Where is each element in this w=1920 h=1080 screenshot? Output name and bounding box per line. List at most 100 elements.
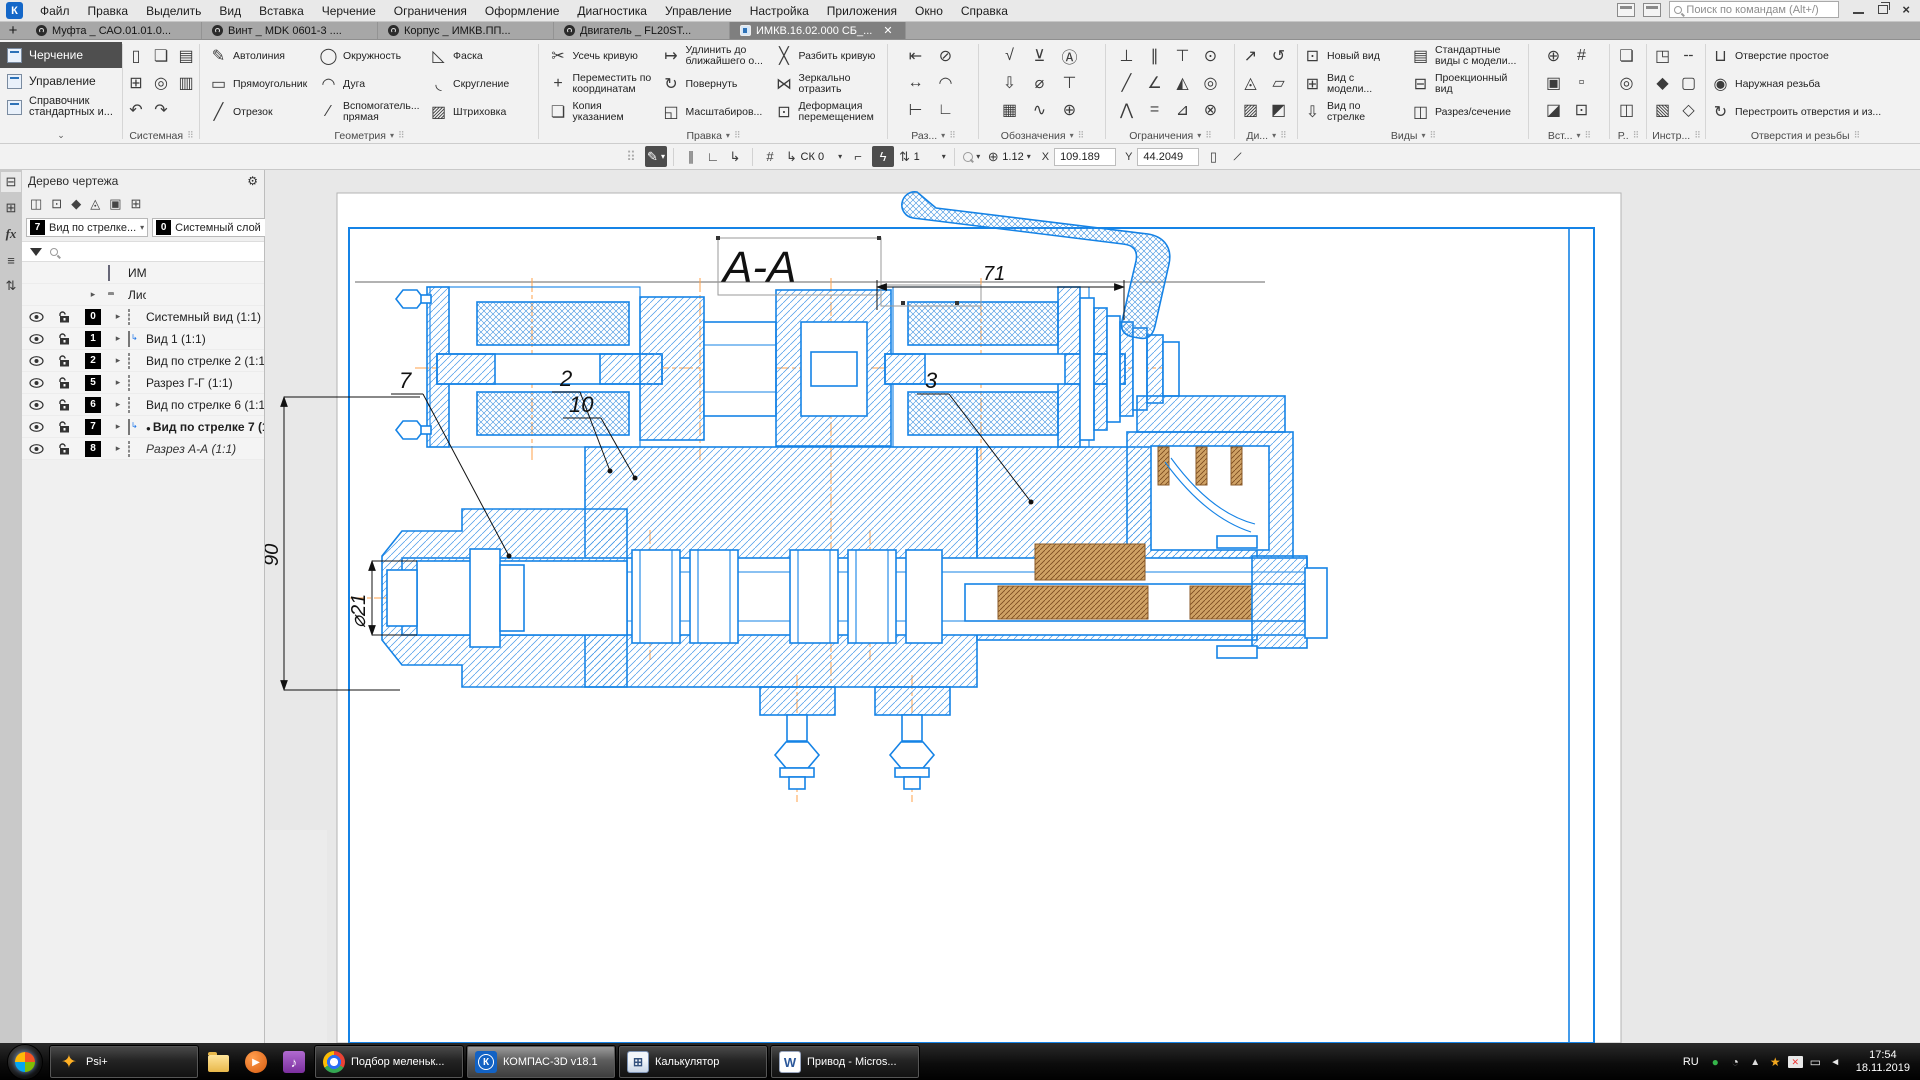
- taskbar-app-button[interactable]: ▶: [238, 1045, 274, 1079]
- toolbar-icon[interactable]: ◪: [1541, 96, 1566, 123]
- tray-icon[interactable]: ✕: [1788, 1056, 1803, 1068]
- workspace-tab[interactable]: Управление: [0, 68, 122, 94]
- ribbon-button[interactable]: ⊟ Проекционный вид: [1406, 70, 1524, 98]
- ribbon-button[interactable]: ✎ Автолиния: [204, 42, 314, 70]
- section-grip[interactable]: ⠿: [1280, 130, 1286, 141]
- section-grip[interactable]: ⠿: [1585, 130, 1591, 141]
- toolbar-icon[interactable]: ⇤: [903, 42, 928, 69]
- zoom-tool-dropdown[interactable]: ▾: [961, 146, 983, 167]
- section-grip[interactable]: ⠿: [1633, 130, 1639, 141]
- workspace-tab[interactable]: Черчение: [0, 42, 122, 68]
- tree-row[interactable]: ▸ Листы: [22, 284, 264, 306]
- snap-icon[interactable]: ∟: [702, 146, 724, 167]
- tree-filter-row[interactable]: [22, 241, 264, 262]
- toolbar-icon[interactable]: ⊘: [933, 42, 958, 69]
- menu-item[interactable]: Окно: [906, 2, 952, 20]
- expand-arrow-icon[interactable]: ▸: [108, 399, 128, 410]
- ribbon-button[interactable]: ╱ Отрезок: [204, 98, 314, 126]
- toolbar-icon[interactable]: ⊤: [1057, 69, 1082, 96]
- toolbar-icon[interactable]: ⊡: [1569, 96, 1594, 123]
- toolbar-icon[interactable]: ▱: [1266, 69, 1291, 96]
- tree-tool-icon[interactable]: ⊡: [51, 196, 62, 212]
- toolbar-icon[interactable]: ▢: [1676, 69, 1701, 96]
- minimize-button[interactable]: [1853, 12, 1864, 14]
- toolbar-icon[interactable]: ╱: [1114, 69, 1139, 96]
- taskbar-app-button[interactable]: Подбор меленьк...: [314, 1045, 464, 1079]
- toolbar-icon[interactable]: ⊿: [1170, 96, 1195, 123]
- visibility-eye-icon[interactable]: [22, 444, 50, 454]
- section-grip[interactable]: ⠿: [1078, 130, 1084, 141]
- ribbon-button[interactable]: ⊔ Отверстие простое: [1706, 42, 1904, 70]
- toolbar-icon[interactable]: ▨: [1238, 96, 1263, 123]
- tree-tool-icon[interactable]: ▣: [109, 196, 121, 212]
- tray-icon[interactable]: ▭: [1808, 1055, 1823, 1069]
- toolbar-icon[interactable]: #: [1569, 42, 1594, 69]
- ribbon-button[interactable]: ⋈ Зеркально отразить: [770, 70, 883, 98]
- close-button[interactable]: ×: [1902, 5, 1910, 15]
- toolbar-icon[interactable]: ◇: [1676, 96, 1701, 123]
- menu-item[interactable]: Приложения: [818, 2, 906, 20]
- section-grip[interactable]: ⠿: [187, 130, 193, 141]
- menu-item[interactable]: Правка: [79, 2, 138, 20]
- ribbon-button[interactable]: ◠ Дуга: [314, 70, 424, 98]
- toolbar-icon[interactable]: ▦: [997, 96, 1022, 123]
- ribbon-button[interactable]: ▤ Стандартные виды с модели...: [1406, 42, 1524, 70]
- visibility-eye-icon[interactable]: [22, 422, 50, 432]
- collapse-ribbon-icon[interactable]: ⌄: [0, 130, 122, 143]
- toolbar-icon[interactable]: ⊕: [1057, 96, 1082, 123]
- toolbar-icon[interactable]: ∿: [1027, 96, 1052, 123]
- ribbon-button[interactable]: ◫ Разрез/сечение: [1406, 98, 1524, 126]
- window-settings-icon[interactable]: [1643, 3, 1661, 17]
- toolbar-icon[interactable]: =: [1142, 96, 1167, 123]
- menu-item[interactable]: Диагностика: [568, 2, 656, 20]
- ribbon-button[interactable]: ⇩ Вид по стрелке: [1298, 98, 1406, 126]
- eyedropper-icon[interactable]: ∕: [1225, 144, 1251, 169]
- toolbar-icon[interactable]: ◎: [1198, 69, 1223, 96]
- section-grip[interactable]: ⠿: [398, 130, 404, 141]
- toolbar-icon[interactable]: ◫: [1614, 96, 1639, 123]
- ribbon-button[interactable]: ∕ Вспомогатель... прямая: [314, 98, 424, 126]
- tree-tool-icon[interactable]: ◆: [71, 196, 81, 212]
- tree-row[interactable]: 2 ▸ Вид по стрелке 2 (1:1): [22, 350, 264, 372]
- ribbon-button[interactable]: + Переместить по координатам: [544, 70, 657, 98]
- ribbon-button[interactable]: ◺ Фаска: [424, 42, 534, 70]
- close-tab-icon[interactable]: ✕: [883, 24, 892, 37]
- ribbon-button[interactable]: ⊡ Деформация перемещением: [770, 98, 883, 126]
- gear-icon[interactable]: ⚙: [247, 174, 258, 188]
- ribbon-button[interactable]: ✂ Усечь кривую: [544, 42, 657, 70]
- document-tab[interactable]: Корпус _ ИМКВ.ПП...: [378, 22, 554, 39]
- taskbar-app-button[interactable]: W Привод - Micros...: [770, 1045, 920, 1079]
- toolbar-icon[interactable]: ◎: [1614, 69, 1639, 96]
- document-tab[interactable]: Двигатель _ FL20ST...: [554, 22, 730, 39]
- toolbar-icon[interactable]: ◎: [149, 69, 174, 96]
- snap-toggle-button[interactable]: ϟ: [872, 146, 894, 167]
- visibility-eye-icon[interactable]: [22, 400, 50, 410]
- x-coordinate-field[interactable]: 109.189: [1054, 148, 1116, 166]
- dock-panel-icon[interactable]: ⇅: [1, 276, 21, 296]
- y-coordinate-field[interactable]: 44.2049: [1137, 148, 1199, 166]
- window-layout-icon[interactable]: [1617, 3, 1635, 17]
- toolbar-icon[interactable]: ⊗: [1198, 96, 1223, 123]
- tree-tool-icon[interactable]: ◫: [30, 196, 42, 212]
- section-grip[interactable]: ⠿: [734, 130, 740, 141]
- toolbar-icon[interactable]: ⊕: [1541, 42, 1566, 69]
- document-tab[interactable]: Муфта _ САО.01.01.0...: [26, 22, 202, 39]
- taskbar-app-button[interactable]: ♪: [276, 1045, 312, 1079]
- ortho-icon[interactable]: ⌐: [847, 146, 869, 167]
- toolbar-icon[interactable]: ◳: [1650, 42, 1675, 69]
- visibility-eye-icon[interactable]: [22, 356, 50, 366]
- visibility-eye-icon[interactable]: [22, 334, 50, 344]
- drawing-canvas[interactable]: .o{fill:#fff;stroke:#1583e6;stroke-width…: [265, 170, 1920, 1043]
- toolbar-icon[interactable]: ▣: [1541, 69, 1566, 96]
- toolbar-icon[interactable]: Ⓐ: [1057, 42, 1082, 69]
- toolbar-icon[interactable]: ⊻: [1027, 42, 1052, 69]
- ribbon-button[interactable]: ⊡ Новый вид: [1298, 42, 1406, 70]
- taskbar-app-button[interactable]: [201, 1045, 236, 1079]
- tree-row[interactable]: 8 ▸ Разрез А-А (1:1): [22, 438, 264, 460]
- expand-arrow-icon[interactable]: ▸: [108, 355, 128, 366]
- document-tab[interactable]: ИМКВ.16.02.000 СБ_... ✕: [730, 22, 906, 39]
- ribbon-button[interactable]: ▭ Прямоугольник: [204, 70, 314, 98]
- toolbar-icon[interactable]: ▯: [124, 42, 149, 69]
- toolbar-icon[interactable]: ◠: [933, 69, 958, 96]
- toolbar-icon[interactable]: ⊞: [124, 69, 149, 96]
